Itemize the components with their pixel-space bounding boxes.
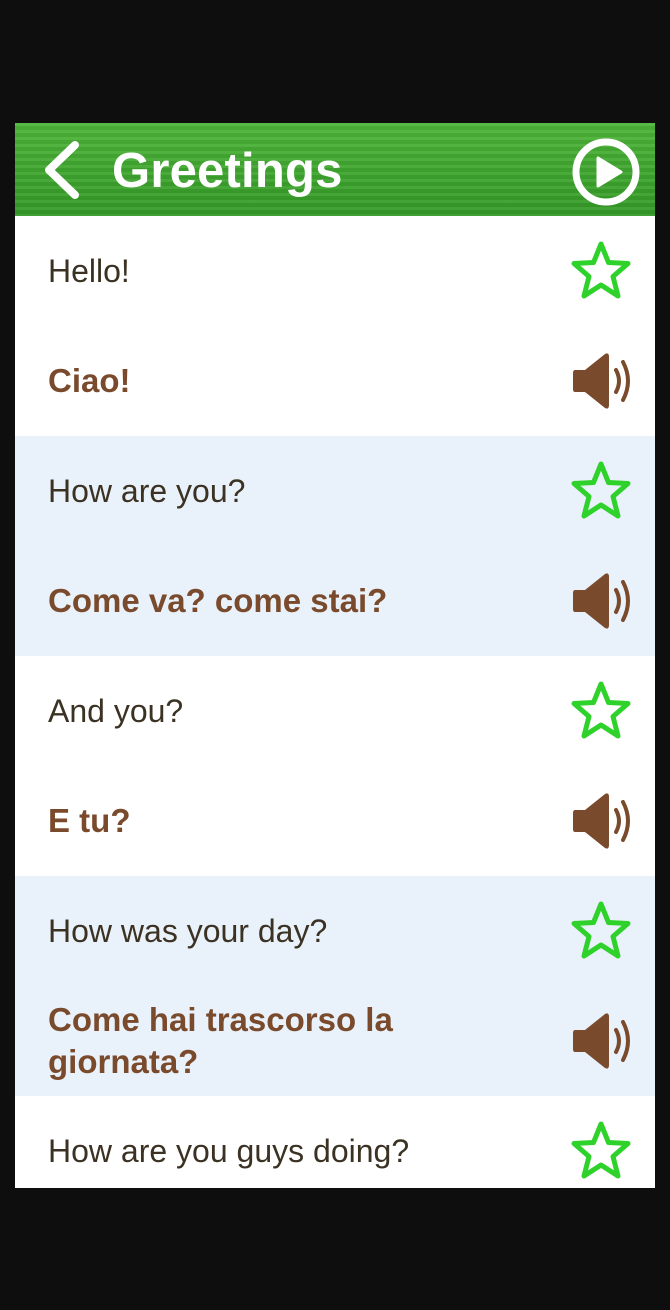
speaker-icon xyxy=(573,1013,630,1069)
star-outline-icon xyxy=(571,1121,631,1179)
header-bar: Greetings xyxy=(15,123,655,216)
back-button[interactable] xyxy=(39,139,89,201)
play-audio-button[interactable] xyxy=(571,350,637,412)
english-phrase: Hello! xyxy=(48,253,130,289)
italian-phrase: Ciao! xyxy=(48,362,131,399)
play-audio-button[interactable] xyxy=(571,570,637,632)
english-phrase: How was your day? xyxy=(48,913,328,949)
play-all-button[interactable] xyxy=(571,137,641,207)
english-phrase: How are you guys doing? xyxy=(48,1133,410,1169)
phrase-list: Hello! Ciao! How are you? Come va? come … xyxy=(15,216,655,1188)
italian-phrase: Come va? come stai? xyxy=(48,582,388,619)
page-title: Greetings xyxy=(112,144,343,198)
english-row: How are you guys doing? xyxy=(15,1096,655,1188)
play-audio-button[interactable] xyxy=(571,790,637,852)
list-item: And you? E tu? xyxy=(15,656,655,876)
favorite-button[interactable] xyxy=(569,899,633,963)
favorite-button[interactable] xyxy=(569,1119,633,1183)
list-item: Hello! Ciao! xyxy=(15,216,655,436)
english-row: How was your day? xyxy=(15,876,655,986)
list-item: How are you? Come va? come stai? xyxy=(15,436,655,656)
english-row: Hello! xyxy=(15,216,655,326)
favorite-button[interactable] xyxy=(569,459,633,523)
english-phrase: How are you? xyxy=(48,473,246,509)
speaker-icon xyxy=(573,573,630,629)
favorite-button[interactable] xyxy=(569,239,633,303)
english-row: How are you? xyxy=(15,436,655,546)
italian-phrase: Come hai trascorso la giornata? xyxy=(48,1001,393,1080)
star-outline-icon xyxy=(571,461,631,519)
star-outline-icon xyxy=(571,241,631,299)
italian-row: E tu? xyxy=(15,766,655,876)
favorite-button[interactable] xyxy=(569,679,633,743)
italian-row: Come hai trascorso la giornata? xyxy=(15,986,655,1096)
list-item: How are you guys doing? xyxy=(15,1096,655,1188)
italian-row: Ciao! xyxy=(15,326,655,436)
speaker-icon xyxy=(573,793,630,849)
app-screen: Greetings Hello! Ciao! How are you? Come… xyxy=(15,123,655,1188)
english-phrase: And you? xyxy=(48,693,184,729)
star-outline-icon xyxy=(571,901,631,959)
play-audio-button[interactable] xyxy=(571,1010,637,1072)
italian-row: Come va? come stai? xyxy=(15,546,655,656)
chevron-left-icon xyxy=(45,141,79,199)
play-circle-icon xyxy=(572,138,640,206)
speaker-icon xyxy=(573,353,630,409)
star-outline-icon xyxy=(571,681,631,739)
italian-phrase: E tu? xyxy=(48,802,131,839)
english-row: And you? xyxy=(15,656,655,766)
list-item: How was your day? Come hai trascorso la … xyxy=(15,876,655,1096)
